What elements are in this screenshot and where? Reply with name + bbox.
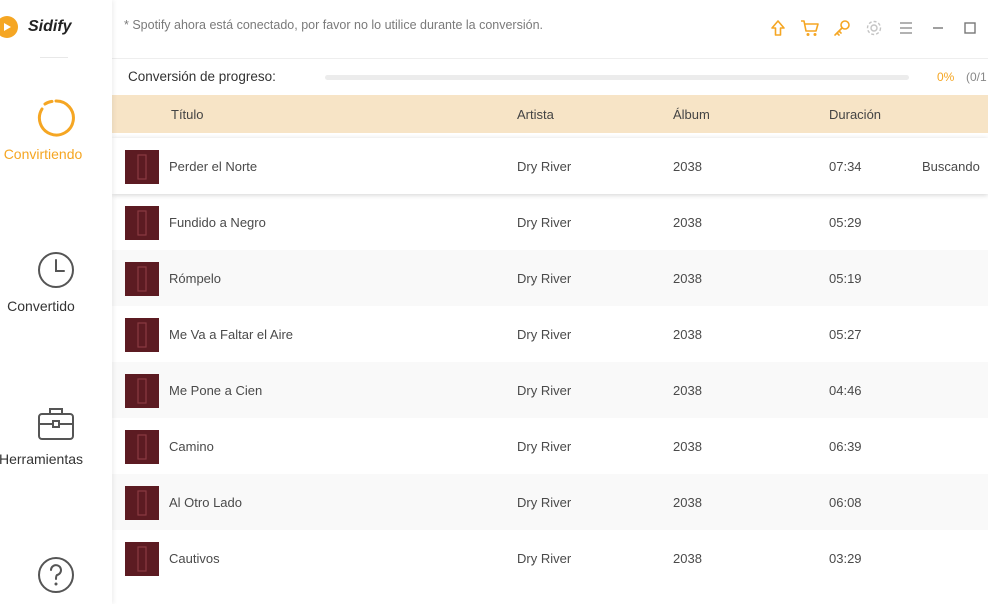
clock-icon [38,252,74,288]
track-artist: Dry River [517,159,572,174]
track-artist: Dry River [517,327,572,342]
progress-count: (0/1 [966,70,987,84]
album-cover [125,430,159,464]
table-row[interactable]: Al Otro Lado Dry River 2038 06:08 [112,474,988,530]
track-title: Al Otro Lado [169,495,242,510]
menu-icon[interactable] [890,16,922,40]
track-list: Perder el Norte Dry River 2038 07:34 Bus… [112,138,988,586]
track-album: 2038 [673,495,702,510]
sidebar-item-label: Herramientas [0,451,84,467]
help-icon [38,557,74,593]
settings-gear-icon[interactable] [858,16,890,40]
track-album: 2038 [673,551,702,566]
track-duration: 03:29 [829,551,862,566]
divider [40,57,68,58]
key-icon[interactable] [826,16,858,40]
spotify-notice: * Spotify ahora está conectado, por favo… [124,18,544,32]
track-album: 2038 [673,439,702,454]
converting-ring-icon [37,99,75,137]
track-album: 2038 [673,383,702,398]
track-duration: 05:27 [829,327,862,342]
progress-percent: 0% [937,70,955,84]
sidebar-item-converting[interactable]: Convirtiendo [0,98,112,162]
track-artist: Dry River [517,551,572,566]
album-cover [125,542,159,576]
track-artist: Dry River [517,271,572,286]
track-title: Perder el Norte [169,159,258,174]
table-row[interactable]: Me Va a Faltar el Aire Dry River 2038 05… [112,306,988,362]
upgrade-arrow-icon[interactable] [762,16,794,40]
sidebar-item-tools[interactable]: Herramientas [0,403,112,467]
sidify-logo-icon [0,16,18,38]
table-row[interactable]: Camino Dry River 2038 06:39 [112,418,988,474]
progress-row: Conversión de progreso: 0% (0/1 [112,58,988,95]
album-cover [125,262,159,296]
track-album: 2038 [673,159,702,174]
column-artist[interactable]: Artista [517,107,554,122]
column-duration[interactable]: Duración [829,107,881,122]
track-album: 2038 [673,327,702,342]
sidebar-item-label: Convirtiendo [3,146,83,162]
track-artist: Dry River [517,495,572,510]
top-bar: * Spotify ahora está conectado, por favo… [112,0,988,56]
album-cover [125,206,159,240]
track-duration: 06:08 [829,495,862,510]
track-title: Fundido a Negro [169,215,266,230]
app-name: Sidify [28,18,72,35]
album-cover [125,150,159,184]
album-cover [125,374,159,408]
progress-bar [325,75,909,80]
toolbar [762,16,986,40]
sidebar: Sidify Convirtiendo Convertido Herramien… [0,0,112,604]
column-title[interactable]: Título [171,107,204,122]
track-title: Rómpelo [169,271,222,286]
track-duration: 06:39 [829,439,862,454]
maximize-icon[interactable] [954,16,986,40]
track-artist: Dry River [517,439,572,454]
sidebar-item-label: Convertido [7,298,75,314]
track-duration: 05:29 [829,215,862,230]
table-header: Título Artista Álbum Duración [112,95,988,133]
minimize-icon[interactable] [922,16,954,40]
cart-icon[interactable] [794,16,826,40]
track-album: 2038 [673,215,702,230]
app-logo: Sidify [0,12,72,42]
track-artist: Dry River [517,215,572,230]
track-title: Me Va a Faltar el Aire [169,327,294,342]
progress-label: Conversión de progreso: [128,69,276,84]
table-row[interactable]: Me Pone a Cien Dry River 2038 04:46 [112,362,988,418]
column-album[interactable]: Álbum [673,107,710,122]
toolbox-icon [38,408,74,440]
track-title: Me Pone a Cien [169,383,263,398]
sidebar-item-converted[interactable]: Convertido [0,250,112,314]
table-row[interactable]: Cautivos Dry River 2038 03:29 [112,530,988,586]
track-duration: 04:46 [829,383,862,398]
table-row[interactable]: Rómpelo Dry River 2038 05:19 [112,250,988,306]
table-row[interactable]: Perder el Norte Dry River 2038 07:34 Bus… [112,138,988,194]
track-title: Camino [169,439,214,454]
table-row[interactable]: Fundido a Negro Dry River 2038 05:29 [112,194,988,250]
track-duration: 07:34 [829,159,862,174]
track-title: Cautivos [169,551,220,566]
track-artist: Dry River [517,383,572,398]
album-cover [125,318,159,352]
track-album: 2038 [673,271,702,286]
track-status: Buscando [922,159,980,174]
track-duration: 05:19 [829,271,862,286]
album-cover [125,486,159,520]
sidebar-item-help[interactable] [0,555,112,595]
